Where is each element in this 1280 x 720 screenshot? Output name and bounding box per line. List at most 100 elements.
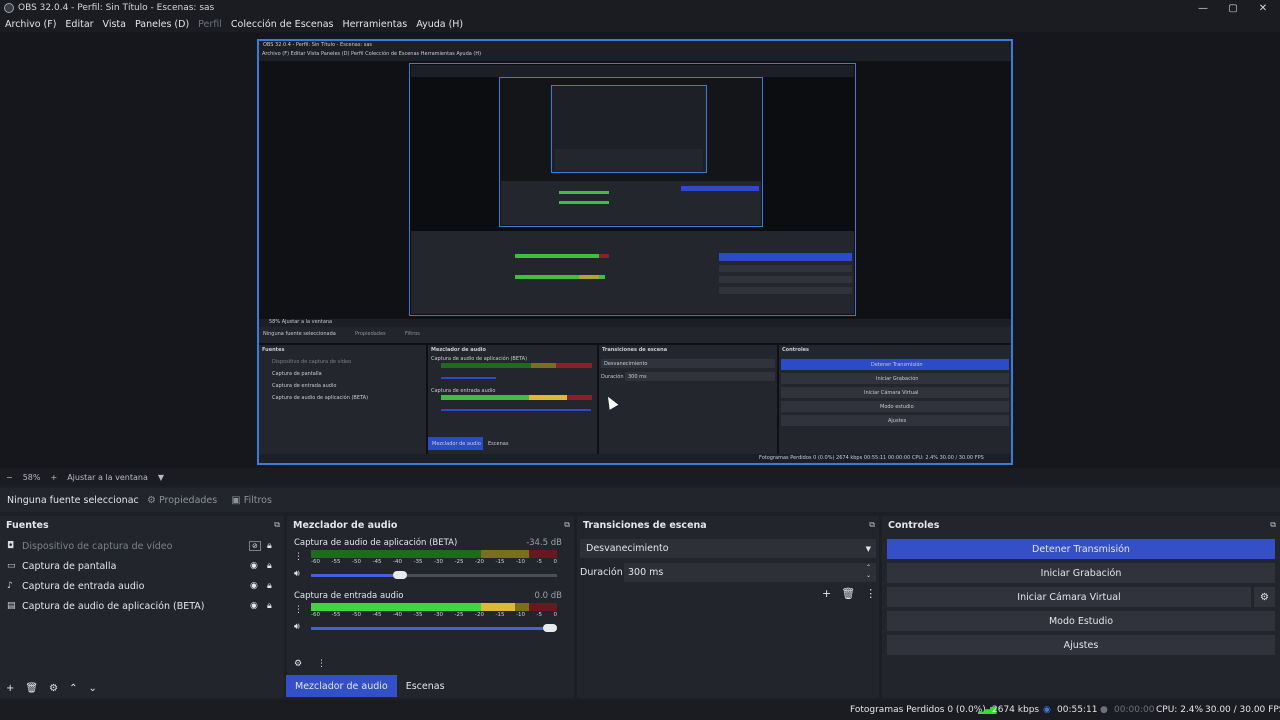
add-source-icon[interactable]: +	[6, 683, 14, 694]
zoom-in-button[interactable]: +	[50, 473, 57, 482]
record-icon: ●	[1100, 705, 1108, 715]
zoom-dropdown-icon[interactable]: ▼	[158, 473, 164, 482]
undock-icon[interactable]: ⧉	[869, 520, 875, 530]
menu-paneles[interactable]: Paneles (D)	[135, 19, 189, 30]
controls-title: Controles	[888, 519, 940, 531]
cpu-usage: CPU: 2.4%	[1156, 705, 1204, 715]
mixer-dock: Mezclador de audio ⧉ Captura de audio de…	[287, 516, 574, 698]
settings-button[interactable]: Ajustes	[887, 635, 1275, 655]
menu-vista[interactable]: Vista	[103, 19, 126, 30]
sources-toolbar: + 🗑︎ ⚙ ⌃ ⌄	[6, 683, 97, 694]
nested-meter-1	[441, 363, 531, 368]
source-item-screen-capture[interactable]: ▭ Captura de pantalla ◉ 🔒︎	[0, 556, 280, 576]
menu-ayuda[interactable]: Ayuda (H)	[416, 19, 463, 30]
maximize-button[interactable]: ▢	[1216, 0, 1250, 16]
start-virtual-camera-button[interactable]: Iniciar Cámara Virtual	[887, 587, 1251, 607]
nested-tab2: Escenas	[488, 441, 509, 447]
volume-slider[interactable]	[311, 624, 557, 632]
close-button[interactable]: ✕	[1246, 0, 1280, 16]
speaker-icon[interactable]: 🔊︎	[294, 622, 300, 632]
tab-scenes[interactable]: Escenas	[397, 675, 454, 697]
nested-inner-meter-1	[515, 254, 605, 258]
menu-coleccion-escenas[interactable]: Colección de Escenas	[231, 19, 334, 30]
lock-icon[interactable]: 🔒︎	[267, 601, 272, 611]
program-preview[interactable]: OBS 32.0.4 - Perfil: Sin Título - Escena…	[257, 39, 1013, 465]
transitions-title: Transiciones de escena	[583, 519, 707, 531]
zoom-out-button[interactable]: −	[6, 473, 13, 482]
filters-button[interactable]: ▣ Filtros	[231, 495, 272, 506]
nested-status: Fotogramas Perdidos 0 (0.0%) 2674 kbps 0…	[759, 455, 984, 461]
nested-meter-1r	[556, 363, 592, 368]
fit-window-option[interactable]: Ajustar a la ventana	[67, 473, 148, 482]
fps: 30.00 / 30.00 FPS	[1205, 705, 1280, 715]
filter-icon: ▣	[231, 494, 241, 506]
move-down-icon[interactable]: ⌄	[88, 683, 96, 694]
tab-audio-mixer[interactable]: Mezclador de audio	[286, 675, 397, 697]
mixer-menu-icon[interactable]: ⋮	[317, 659, 326, 669]
lock-icon[interactable]: 🔒︎	[267, 581, 272, 591]
properties-button[interactable]: ⚙ Propiedades	[147, 495, 217, 506]
nested-studio-label: Modo estudio	[880, 404, 914, 410]
eye-icon[interactable]: ◉	[250, 561, 258, 571]
channel-menu-icon[interactable]: ⋮	[294, 552, 303, 562]
dropped-frames: Fotogramas Perdidos 0 (0.0%)	[850, 705, 986, 715]
nested-nosrc: Ninguna fuente seleccionada	[263, 331, 336, 337]
source-label: Captura de audio de aplicación (BETA)	[22, 600, 205, 612]
menu-perfil[interactable]: Perfil	[198, 19, 222, 30]
move-up-icon[interactable]: ⌃	[69, 683, 77, 694]
lock-icon[interactable]: 🔒︎	[267, 561, 272, 571]
source-item-video-capture[interactable]: ◘ Dispositivo de captura de vídeo ⊘ 🔒︎	[0, 536, 280, 556]
undock-icon[interactable]: ⧉	[1270, 520, 1276, 530]
virtual-camera-settings-button[interactable]: ⚙	[1254, 587, 1275, 607]
source-label: Dispositivo de captura de vídeo	[22, 540, 173, 552]
undock-icon[interactable]: ⧉	[564, 520, 570, 530]
eye-icon[interactable]: ◉	[250, 601, 258, 611]
trash-icon[interactable]: 🗑︎	[841, 587, 855, 600]
transition-menu-icon[interactable]: ⋮	[865, 587, 876, 600]
title-bar: OBS 32.0.4 - Perfil: Sin Título - Escena…	[0, 0, 1280, 16]
source-item-audio-input[interactable]: ♪ Captura de entrada audio ◉ 🔒︎	[0, 576, 280, 596]
nested-ch2: Captura de entrada audio	[431, 388, 496, 394]
obs-logo-icon	[4, 3, 14, 13]
source-item-app-audio[interactable]: ▤ Captura de audio de aplicación (BETA) …	[0, 596, 280, 616]
channel-menu-icon[interactable]: ⋮	[294, 605, 303, 615]
undock-icon[interactable]: ⧉	[274, 520, 280, 530]
nested-stream-label: Detener Transmisión	[871, 362, 923, 368]
menu-editar[interactable]: Editar	[65, 19, 93, 30]
trash-icon[interactable]: 🗑︎	[25, 683, 38, 694]
advanced-audio-icon[interactable]: ⚙	[294, 659, 302, 669]
duration-label: Duración	[580, 567, 623, 578]
volume-slider[interactable]	[311, 571, 557, 579]
duration-field[interactable]: 300 ms ⌃ ⌄	[624, 563, 876, 582]
start-recording-button[interactable]: Iniciar Grabación	[887, 563, 1275, 583]
lock-icon[interactable]: 🔒︎	[267, 541, 272, 551]
meter-ticks: -60 -55 -50 -45 -40 -35 -30 -25 -20 -15 -10 -5 0	[311, 612, 557, 618]
menu-archivo[interactable]: Archivo (F)	[5, 19, 56, 30]
nested-settings-label: Ajustes	[888, 418, 907, 424]
transition-tools: + 🗑︎ ⋮	[822, 587, 876, 600]
volume-meter	[311, 603, 557, 611]
eye-icon[interactable]: ◉	[250, 581, 258, 591]
gear-icon[interactable]: ⚙	[49, 683, 58, 694]
eye-hidden-icon[interactable]: ⊘	[249, 541, 261, 551]
stop-streaming-button[interactable]: Detener Transmisión	[887, 539, 1275, 559]
spinner-icon[interactable]: ⌃ ⌄	[866, 564, 871, 580]
speaker-icon[interactable]: 🔊︎	[294, 569, 300, 579]
studio-mode-button[interactable]: Modo Estudio	[887, 611, 1275, 631]
nested-inner-stream-btn	[719, 253, 852, 261]
transition-select[interactable]: Desvanecimiento ▼	[580, 539, 876, 558]
nested-inner-btn-c	[719, 287, 852, 294]
minimize-button[interactable]: —	[1186, 0, 1220, 16]
nested-inner-menubar	[411, 65, 854, 77]
zoom-level: 58%	[22, 472, 41, 482]
nested-trans-title: Transiciones de escena	[602, 347, 668, 353]
chevron-down-icon: ▼	[865, 544, 871, 553]
nested-inner-meter-1r	[599, 254, 609, 258]
nested-sources-title: Fuentes	[262, 347, 285, 353]
bitrate: 2674 kbps	[992, 705, 1040, 715]
add-transition-icon[interactable]: +	[822, 587, 831, 600]
menu-herramientas[interactable]: Herramientas	[343, 19, 408, 30]
nested-src-2: Captura de entrada audio	[272, 383, 337, 389]
app-audio-icon: ▤	[7, 601, 16, 611]
controls-header: Controles ⧉	[882, 516, 1280, 534]
